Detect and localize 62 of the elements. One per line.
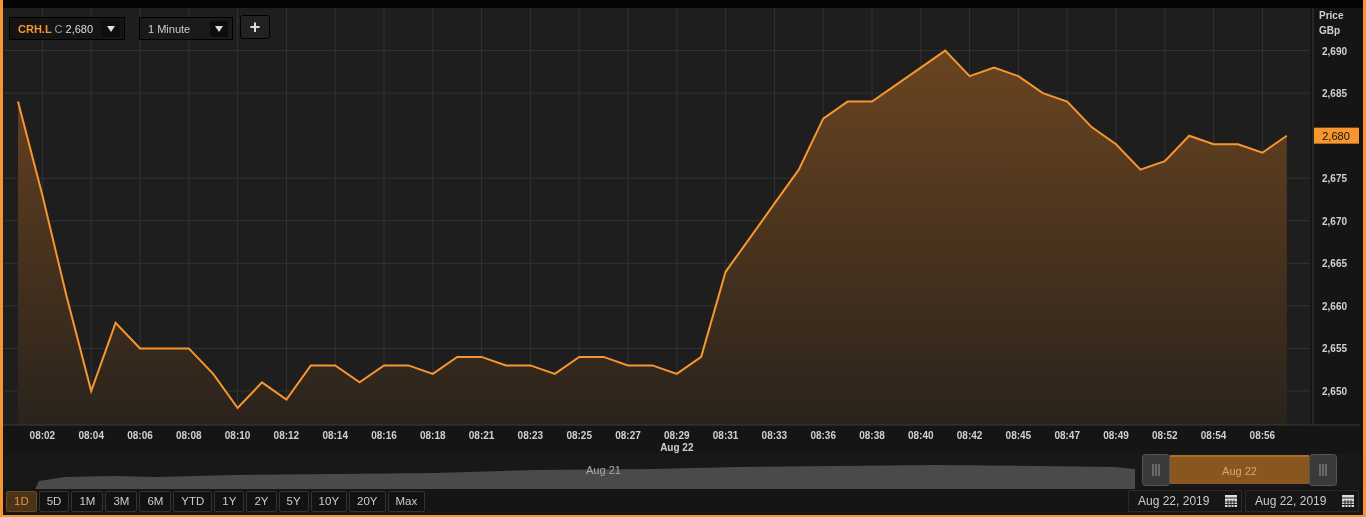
y-tick-label: 2,685 <box>1322 88 1348 100</box>
interval-selector[interactable]: 1 Minute <box>139 17 233 40</box>
x-tick-label: 08:14 <box>322 430 348 441</box>
range-button[interactable]: 6M <box>139 490 172 512</box>
range-button[interactable]: 1M <box>71 490 104 512</box>
navigator-label: Aug 21 <box>586 464 621 476</box>
x-tick-label: 08:40 <box>908 430 934 441</box>
x-tick-label: 08:47 <box>1054 430 1080 441</box>
x-tick-label: 08:42 <box>956 430 983 441</box>
axis-title: Price <box>1319 10 1344 21</box>
range-button[interactable]: Max <box>387 490 426 512</box>
x-tick-label: 08:12 <box>273 430 300 441</box>
x-tick-label: 08:06 <box>127 430 153 441</box>
x-tick-label: 08:10 <box>224 430 251 441</box>
range-button[interactable]: 10Y <box>310 490 348 512</box>
range-handle[interactable] <box>1309 454 1337 486</box>
current-price-label: 2,680 <box>1314 127 1359 144</box>
y-tick-label: 2,650 <box>1322 385 1348 397</box>
x-tick-label: 08:49 <box>1103 430 1129 441</box>
range-button[interactable]: 1Y <box>214 490 245 512</box>
x-tick-label: 08:18 <box>420 430 446 441</box>
x-tick-label: 08:08 <box>176 430 202 441</box>
y-tick-label: 2,665 <box>1322 258 1348 270</box>
y-tick-label: 2,670 <box>1322 215 1348 227</box>
x-tick-label: 08:23 <box>517 430 544 441</box>
x-tick-label: 08:52 <box>1152 430 1178 441</box>
x-tick-label: 08:02 <box>29 430 56 441</box>
calendar-icon[interactable] <box>1340 493 1356 509</box>
x-tick-label: 08:36 <box>810 430 836 441</box>
y-tick-label: 2,660 <box>1322 300 1348 312</box>
range-button[interactable]: 2Y <box>246 490 277 512</box>
x-tick-label: 08:16 <box>371 430 397 441</box>
x-tick-label: 08:45 <box>1005 430 1032 441</box>
add-button[interactable]: + <box>240 15 270 39</box>
range-button[interactable]: YTD <box>173 490 213 512</box>
dropdown-caret-icon[interactable] <box>102 20 120 37</box>
range-button[interactable]: 5D <box>38 490 70 512</box>
range-handle[interactable] <box>1142 454 1170 486</box>
range-button[interactable]: 3M <box>105 490 138 512</box>
x-tick-label: 08:21 <box>468 430 495 441</box>
x-tick-label: 08:33 <box>761 430 788 441</box>
calendar-icon[interactable] <box>1223 493 1239 509</box>
symbol-selector[interactable]: CRH.L C 2,680 <box>9 17 125 40</box>
range-button[interactable]: 1D <box>6 490 37 512</box>
date-marker: Aug 22 <box>660 442 694 453</box>
date-field[interactable]: Aug 22, 2019 <box>1245 490 1359 512</box>
x-tick-label: 08:54 <box>1200 430 1227 441</box>
x-tick-label: 08:31 <box>712 430 739 441</box>
x-tick-label: 08:56 <box>1249 430 1276 441</box>
y-tick-label: 2,690 <box>1322 45 1348 57</box>
x-tick-label: 08:29 <box>664 430 690 441</box>
x-tick-label: 08:04 <box>78 430 104 441</box>
range-button[interactable]: 5Y <box>278 490 309 512</box>
x-tick-label: 08:38 <box>859 430 885 441</box>
y-tick-label: 2,655 <box>1322 343 1348 355</box>
axis-title: GBp <box>1319 25 1341 36</box>
x-tick-label: 08:25 <box>566 430 592 441</box>
range-button[interactable]: 20Y <box>349 490 386 512</box>
dropdown-caret-icon[interactable] <box>210 20 228 37</box>
x-tick-label: 08:27 <box>615 430 641 441</box>
y-tick-label: 2,675 <box>1322 173 1348 185</box>
date-field[interactable]: Aug 22, 2019 <box>1128 490 1242 512</box>
